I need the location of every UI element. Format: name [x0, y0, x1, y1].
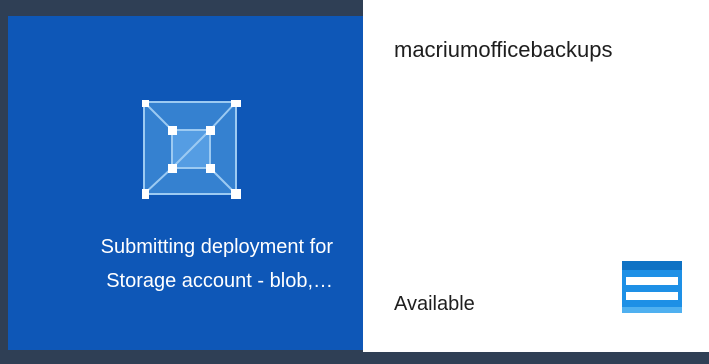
storage-account-tile[interactable]: macriumofficebackups Available — [363, 0, 709, 352]
storage-account-name: macriumofficebackups — [394, 37, 613, 62]
deployment-cube-icon — [139, 97, 246, 204]
deployment-message-line2: Storage account - blob,… — [106, 270, 333, 292]
storage-table-icon — [622, 261, 682, 313]
dashboard: Submitting deployment for Storage accoun… — [0, 0, 709, 364]
deployment-notification-tile[interactable]: Submitting deployment for Storage accoun… — [8, 16, 363, 350]
deployment-message-line1: Submitting deployment for — [100, 236, 333, 258]
deployment-message: Submitting deployment for Storage accoun… — [8, 230, 333, 298]
storage-status: Available — [394, 293, 475, 315]
